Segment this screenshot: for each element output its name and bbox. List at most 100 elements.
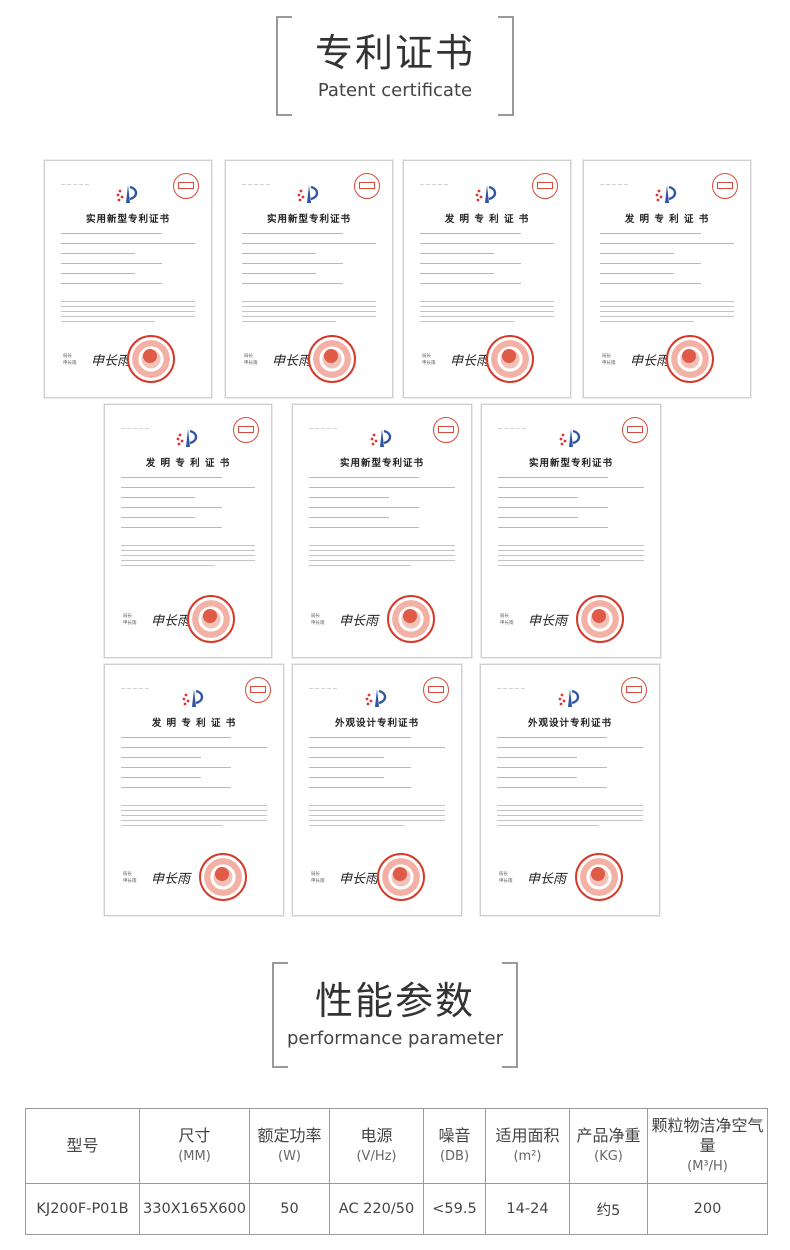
header-cell: 尺寸 (MM): [139, 1108, 250, 1184]
signature: 申长雨: [528, 614, 568, 629]
section-header-performance: 性能参数 performance parameter: [272, 962, 518, 1068]
cell-model: KJ200F-P01B: [25, 1183, 140, 1235]
certificate-body: [497, 805, 643, 830]
certificate-title: 发 明 专 利 证 书: [151, 718, 237, 729]
certificate-title: 发 明 专 利 证 书: [624, 214, 710, 225]
certificate-fields: [309, 477, 455, 537]
signature-label: 局长 申长雨: [244, 354, 258, 366]
certificate-body: [309, 545, 455, 570]
patent-office-logo: [365, 689, 387, 707]
section-header-patent: 专利证书 Patent certificate: [276, 16, 514, 116]
signature-label: 局长 申长雨: [422, 354, 436, 366]
signature-label: 局长 申长雨: [500, 614, 514, 626]
certificate-body: [61, 301, 195, 326]
certificate-number: — — — — —: [309, 427, 338, 432]
certificate-title: 发 明 专 利 证 书: [444, 214, 530, 225]
certificate-fields: [61, 233, 195, 293]
signature: 申长雨: [450, 354, 490, 369]
section-title: 专利证书: [314, 31, 475, 75]
header-cell: 电源 (V/Hz): [329, 1108, 424, 1184]
certificate-title: 实用新型专利证书: [339, 458, 424, 469]
section-subtitle: Patent certificate: [317, 80, 473, 101]
signature: 申长雨: [272, 354, 312, 369]
patent-office-logo: [116, 185, 138, 203]
signature-label: 局长 申长雨: [123, 614, 137, 626]
official-seal-icon: [308, 335, 356, 383]
stamp-icon: [532, 173, 558, 199]
patent-office-logo: [559, 429, 581, 447]
header-cell: 产品净重 (KG): [569, 1108, 648, 1184]
certificate-title: 实用新型专利证书: [266, 214, 351, 225]
official-seal-icon: [199, 853, 247, 901]
stamp-icon: [173, 173, 199, 199]
certificate-number: — — — — —: [309, 687, 338, 692]
cell-cadr: 200: [647, 1183, 768, 1235]
header-cell: 噪音 (DB): [423, 1108, 486, 1184]
signature: 申长雨: [630, 354, 670, 369]
certificate-number: — — — — —: [497, 687, 526, 692]
patent-office-logo: [558, 689, 580, 707]
stamp-icon: [423, 677, 449, 703]
certificate-number: — — — — —: [498, 427, 527, 432]
certificate-body: [600, 301, 734, 326]
table-header-row: 型号 尺寸 (MM) 额定功率 (W) 电源 (V/Hz) 噪音 (DB) 适用面积 (m…: [25, 1108, 768, 1184]
certificate-number: — — — — —: [61, 183, 90, 188]
patent-office-logo: [182, 689, 204, 707]
stamp-icon: [622, 417, 648, 443]
signature: 申长雨: [91, 354, 131, 369]
cell-voltage: AC 220/50: [329, 1183, 424, 1235]
patent-certificate: — — — — — 发 明 专 利 证 书局长 申长雨 申长雨: [104, 664, 284, 916]
certificate-fields: [420, 233, 554, 293]
stamp-icon: [233, 417, 259, 443]
stamp-icon: [354, 173, 380, 199]
signature-label: 局长 申长雨: [602, 354, 616, 366]
certificate-fields: [121, 477, 255, 537]
certificate-fields: [498, 477, 644, 537]
certificate-body: [309, 805, 445, 830]
certificate-number: — — — — —: [600, 183, 629, 188]
patent-certificate: — — — — — 发 明 专 利 证 书局长 申长雨 申长雨: [104, 404, 272, 658]
signature: 申长雨: [527, 872, 567, 887]
signature-label: 局长 申长雨: [63, 354, 77, 366]
certificate-body: [242, 301, 376, 326]
cell-weight: 约5: [569, 1183, 648, 1235]
table-row: KJ200F-P01B 330X165X600 50 AC 220/50 <59…: [25, 1183, 768, 1235]
signature: 申长雨: [339, 614, 379, 629]
header-cell: 颗粒物洁净空气量 (M³/H): [647, 1108, 768, 1184]
certificate-title: 实用新型专利证书: [528, 458, 613, 469]
patent-office-logo: [370, 429, 392, 447]
signature-label: 局长 申长雨: [311, 614, 325, 626]
cell-size: 330X165X600: [139, 1183, 250, 1235]
certificate-body: [121, 545, 255, 570]
certificate-number: — — — — —: [242, 183, 271, 188]
signature: 申长雨: [151, 872, 191, 887]
official-seal-icon: [187, 595, 235, 643]
signature-label: 局长 申长雨: [311, 872, 325, 884]
patent-certificate: — — — — — 实用新型专利证书局长 申长雨 申长雨: [481, 404, 661, 658]
certificate-number: — — — — —: [121, 427, 150, 432]
patent-office-logo: [297, 185, 319, 203]
patent-office-logo: [176, 429, 198, 447]
cell-area: 14-24: [485, 1183, 570, 1235]
official-seal-icon: [127, 335, 175, 383]
official-seal-icon: [576, 595, 624, 643]
patent-certificate: — — — — — 外观设计专利证书 局长 申长雨 申长雨: [480, 664, 660, 916]
certificate-fields: [600, 233, 734, 293]
certificate-fields: [121, 737, 267, 797]
certificate-number: — — — — —: [121, 687, 150, 692]
official-seal-icon: [666, 335, 714, 383]
patent-certificate: — — — — — 实用新型专利证书局长 申长雨 申长雨: [292, 404, 472, 658]
header-cell: 适用面积 (m²): [485, 1108, 570, 1184]
certificate-body: [420, 301, 554, 326]
certificate-fields: [309, 737, 445, 797]
section-subtitle: performance parameter: [286, 1028, 504, 1049]
certificate-title: 外观设计专利证书: [334, 718, 419, 729]
stamp-icon: [433, 417, 459, 443]
stamp-icon: [621, 677, 647, 703]
certificate-fields: [497, 737, 643, 797]
header-cell: 额定功率 (W): [249, 1108, 330, 1184]
patent-certificate: — — — — — 发 明 专 利 证 书局长 申长雨 申长雨: [403, 160, 571, 398]
patent-certificate: — — — — — 发 明 专 利 证 书局长 申长雨 申长雨: [583, 160, 751, 398]
official-seal-icon: [387, 595, 435, 643]
patent-certificate: — — — — — 外观设计专利证书 局长 申长雨 申长雨: [292, 664, 462, 916]
